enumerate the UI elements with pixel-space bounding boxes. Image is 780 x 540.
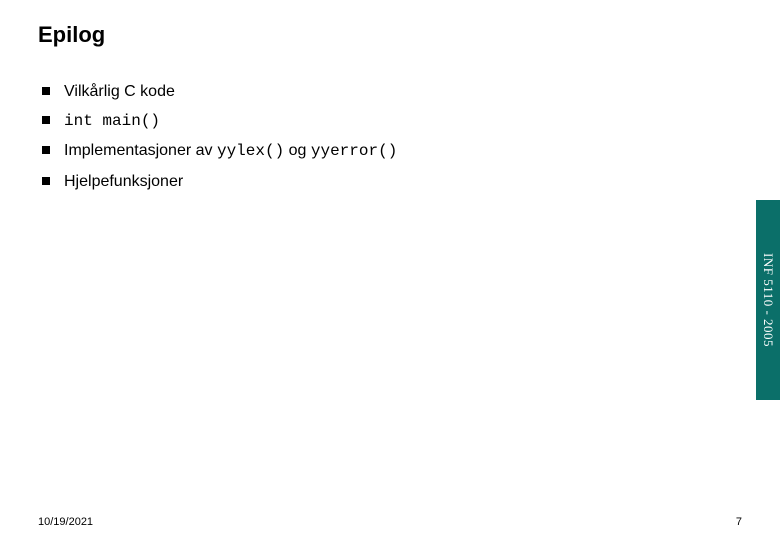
code-text: yyerror() (311, 142, 397, 160)
page-number: 7 (736, 516, 742, 528)
slide-footer: 10/19/2021 7 (38, 516, 742, 528)
code-text: yylex() (217, 142, 284, 160)
slide: Epilog Vilkårlig C kode int main() Imple… (0, 0, 780, 540)
bullet-list: Vilkårlig C kode int main() Implementasj… (42, 80, 720, 199)
list-item: Implementasjoner av yylex() og yyerror() (42, 139, 720, 163)
slide-title: Epilog (38, 22, 105, 48)
course-sidebar: INF 5110 - 2005 (756, 200, 780, 400)
bullet-icon (42, 87, 50, 95)
bullet-icon (42, 116, 50, 124)
code-text: int main() (64, 112, 160, 130)
text-span: Implementasjoner av (64, 142, 217, 159)
bullet-icon (42, 146, 50, 154)
list-item: Vilkårlig C kode (42, 80, 720, 103)
bullet-icon (42, 177, 50, 185)
list-item: int main() (42, 109, 720, 133)
bullet-text: Hjelpefunksjoner (64, 170, 183, 193)
course-label: INF 5110 - 2005 (760, 253, 776, 347)
bullet-text: Implementasjoner av yylex() og yyerror() (64, 139, 397, 163)
bullet-text: int main() (64, 109, 160, 133)
bullet-text: Vilkårlig C kode (64, 80, 175, 103)
list-item: Hjelpefunksjoner (42, 170, 720, 193)
footer-date: 10/19/2021 (38, 516, 93, 528)
text-span: og (284, 142, 311, 159)
